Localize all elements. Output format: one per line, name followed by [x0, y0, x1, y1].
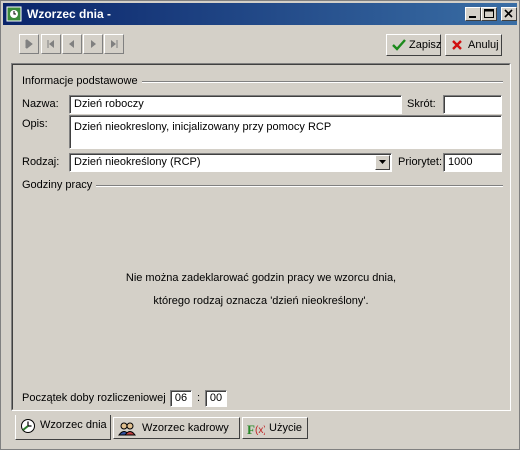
minimize-button[interactable] [465, 7, 481, 21]
app-window: Wzorzec dnia - Zapisz Anuluj Informacje … [0, 0, 520, 450]
save-button-label: Zapisz [409, 39, 442, 51]
day-start-minutes-field[interactable]: 00 [205, 390, 227, 407]
day-start-hours-field[interactable]: 06 [170, 390, 192, 407]
type-select[interactable]: Dzień nieokreślony (RCP) [69, 153, 392, 172]
type-label: Rodzaj: [22, 156, 60, 168]
name-field[interactable]: Dzień roboczy [69, 95, 402, 114]
description-field[interactable]: Dzień nieokreslony, inicjalizowany przy … [69, 115, 502, 149]
checkmark-icon [392, 39, 406, 51]
tab-wzorzec-dnia[interactable]: Wzorzec dnia [15, 415, 111, 440]
tab-uzycie[interactable]: F (x) Użycie [242, 417, 308, 439]
work-hours-title: Godziny pracy [22, 179, 97, 191]
tab-wzorzec-kadrowy-label: Wzorzec kadrowy [142, 422, 229, 434]
time-separator: : [197, 392, 201, 404]
first-record-icon[interactable] [19, 34, 39, 54]
maximize-button[interactable] [481, 7, 497, 21]
svg-text:(x): (x) [255, 425, 265, 436]
close-button[interactable] [501, 7, 517, 21]
next-record-icon[interactable] [83, 34, 103, 54]
cancel-button-label: Anuluj [468, 39, 499, 51]
basic-info-title: Informacje podstawowe [22, 75, 142, 87]
work-hours-message-line2: którego rodzaj oznacza 'dzień nieokreślo… [153, 295, 369, 307]
tab-uzycie-label: Użycie [269, 422, 303, 434]
short-label: Skrót: [407, 98, 436, 110]
app-icon [6, 6, 22, 22]
description-label: Opis: [22, 118, 48, 130]
tab-wzorzec-dnia-label: Wzorzec dnia [40, 419, 107, 431]
title-bar[interactable]: Wzorzec dnia - [3, 3, 517, 25]
clock-icon [21, 419, 35, 433]
people-icon [118, 422, 136, 436]
name-label: Nazwa: [22, 98, 59, 110]
priority-label: Priorytet: [398, 156, 443, 168]
priority-field[interactable]: 1000 [443, 153, 502, 172]
short-field[interactable] [443, 95, 502, 114]
cancel-button[interactable]: Anuluj [445, 34, 502, 56]
type-select-value: Dzień nieokreślony (RCP) [74, 156, 201, 168]
window-title: Wzorzec dnia - [27, 7, 112, 21]
save-button[interactable]: Zapisz [386, 34, 441, 56]
svg-text:F: F [247, 422, 255, 437]
cancel-x-icon [452, 40, 462, 50]
day-start-label: Początek doby rozliczeniowej [22, 392, 166, 404]
prev-record-icon[interactable] [62, 34, 82, 54]
chevron-down-icon[interactable] [375, 155, 390, 170]
work-hours-message-line1: Nie można zadeklarować godzin pracy we w… [125, 272, 397, 284]
function-icon: F (x) [247, 422, 265, 437]
last-record-icon[interactable] [104, 34, 124, 54]
tab-wzorzec-kadrowy[interactable]: Wzorzec kadrowy [113, 417, 240, 439]
prev-page-icon[interactable] [41, 34, 61, 54]
